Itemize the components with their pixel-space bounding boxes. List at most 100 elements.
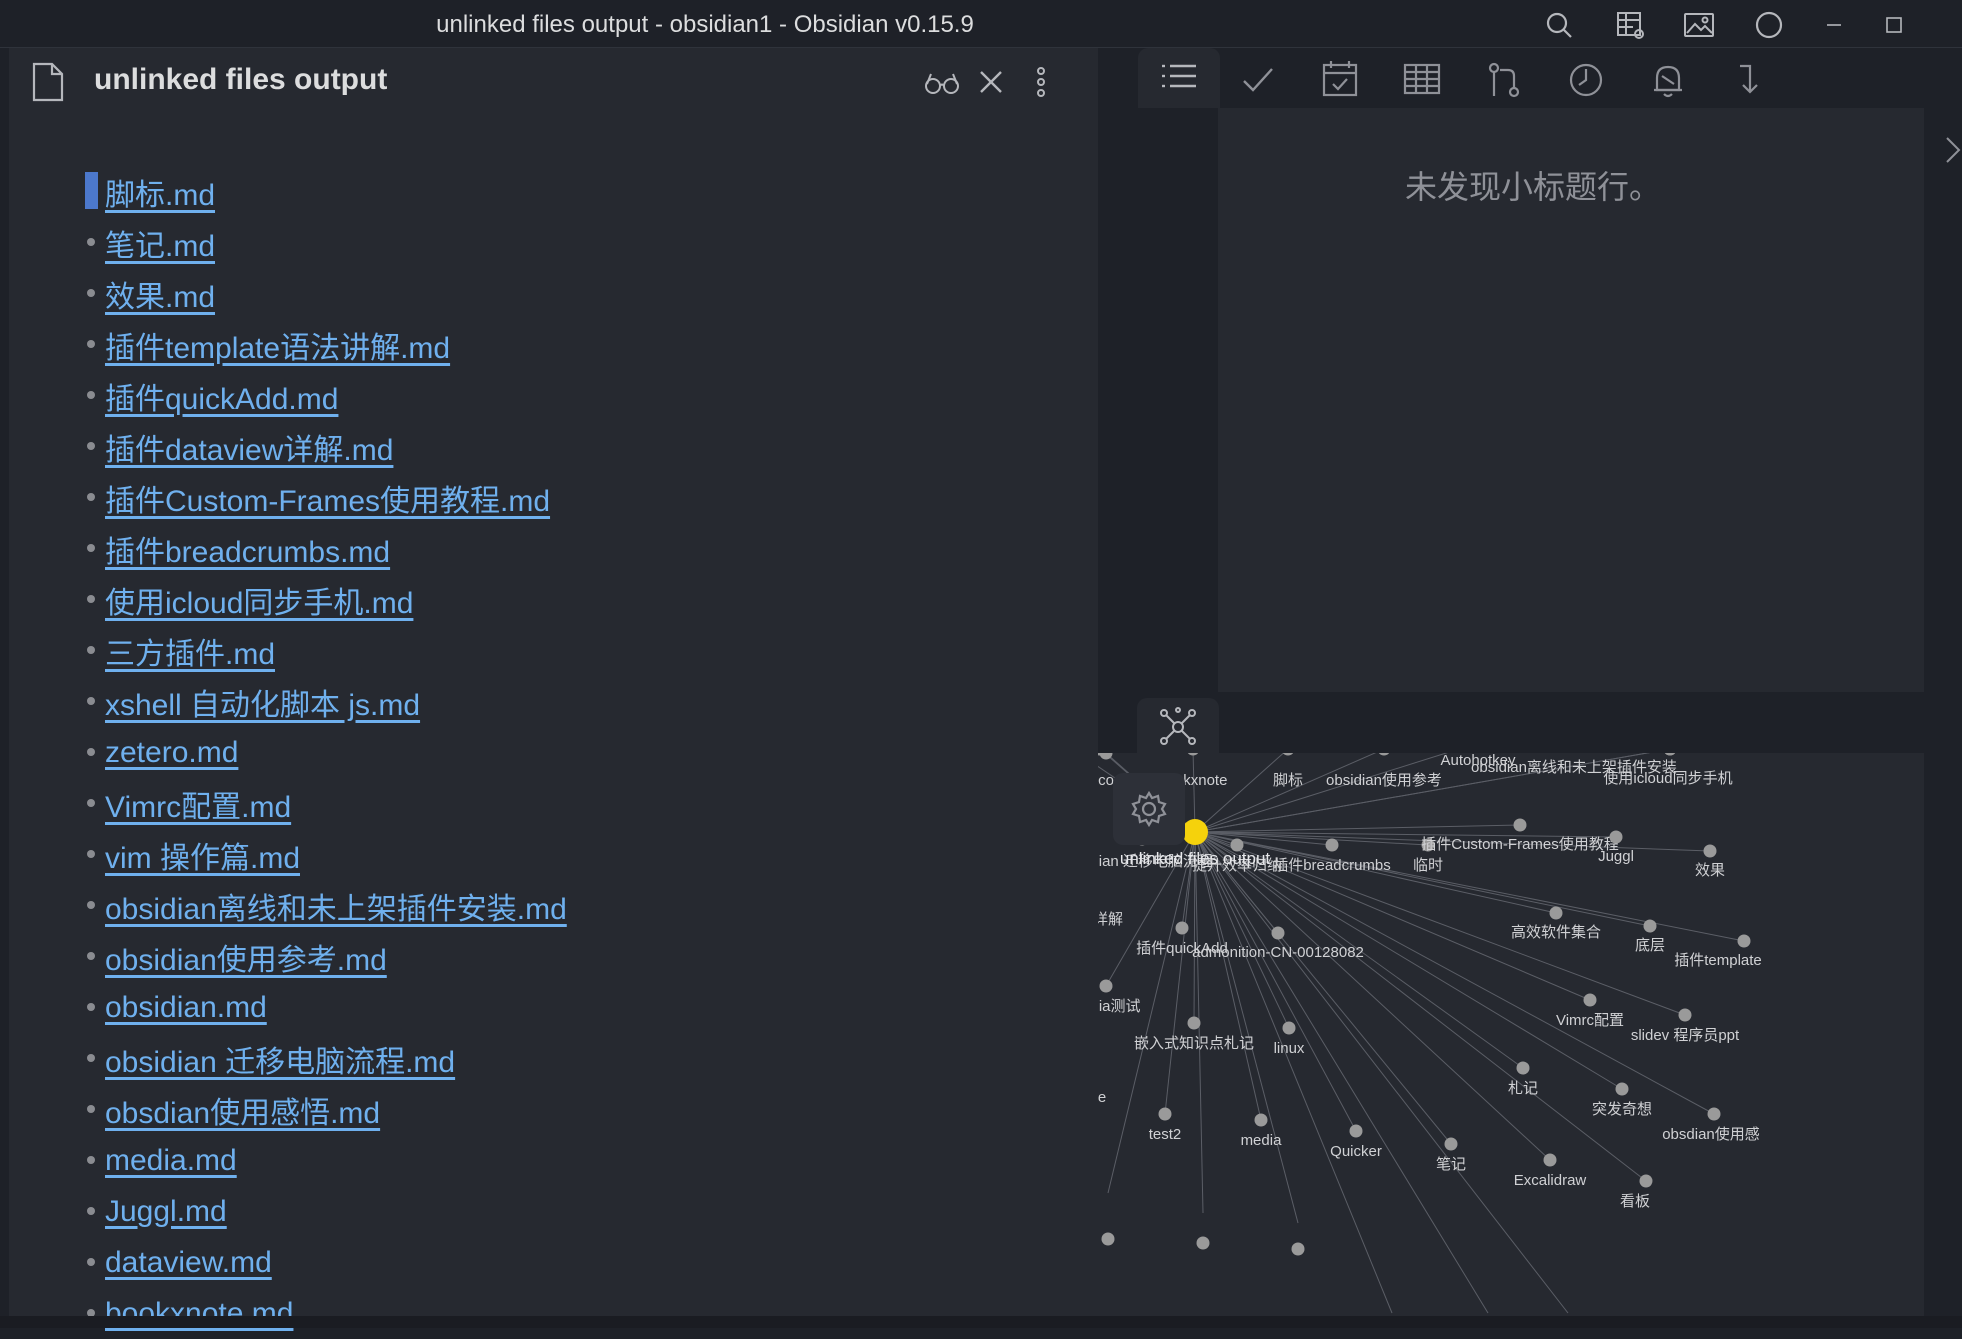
file-link[interactable]: xshell 自动化脚本 js.md	[105, 680, 420, 724]
file-link[interactable]: obsdian使用感悟.md	[105, 1088, 380, 1132]
graph-node[interactable]	[1737, 934, 1751, 948]
file-link[interactable]: 使用icloud同步手机.md	[105, 578, 413, 622]
circle-icon[interactable]	[1752, 8, 1786, 42]
file-link[interactable]: 插件dataview详解.md	[105, 425, 393, 469]
graph-node[interactable]	[1175, 921, 1189, 935]
graph-node[interactable]	[1378, 753, 1391, 756]
graph-view-tab[interactable]	[1137, 698, 1219, 756]
graph-node-label: 插件template	[1674, 952, 1762, 969]
graph-node[interactable]	[1615, 1082, 1629, 1096]
file-link[interactable]: 插件template语法讲解.md	[105, 323, 450, 367]
graph-node[interactable]	[1639, 1174, 1653, 1188]
bullet-dot	[87, 595, 95, 603]
file-link[interactable]: 三方插件.md	[105, 629, 275, 673]
file-link[interactable]: obsidian离线和未上架插件安装.md	[105, 884, 567, 928]
graph-node[interactable]	[1609, 830, 1623, 844]
graph-node-label: 插件breadcrumbs	[1273, 857, 1391, 874]
graph-node[interactable]	[1291, 1242, 1305, 1256]
file-link[interactable]: 效果.md	[105, 272, 215, 316]
list-item: dataview.md	[74, 1237, 567, 1288]
maximize-icon[interactable]	[1877, 8, 1911, 42]
graph-node[interactable]	[1187, 753, 1200, 756]
graph-node[interactable]	[1282, 1021, 1296, 1035]
graph-node[interactable]	[1664, 753, 1677, 756]
bullet-dot	[87, 697, 95, 705]
graph-settings-button[interactable]	[1113, 773, 1185, 845]
graph-node[interactable]	[1158, 1107, 1172, 1121]
more-options-icon[interactable]	[1021, 62, 1061, 102]
graph-node[interactable]	[1196, 1236, 1210, 1250]
graph-node-label: Juggl	[1598, 848, 1634, 865]
minimize-icon[interactable]	[1817, 8, 1851, 42]
graph-canvas[interactable]: co ookxnote 脚标 obsidian使用参考Autohotkeyobsidi…	[1098, 753, 1924, 1316]
graph-node[interactable]	[1707, 1107, 1721, 1121]
file-link[interactable]: obsidian使用参考.md	[105, 935, 387, 979]
calendar-icon[interactable]	[1314, 54, 1366, 106]
file-link[interactable]: Vimrc配置.md	[105, 782, 291, 826]
redirect-icon[interactable]	[1724, 54, 1776, 106]
graph-node[interactable]	[1101, 1232, 1115, 1246]
graph-node[interactable]	[1254, 1113, 1268, 1127]
graph-node-label: 脚标	[1273, 772, 1303, 789]
graph-node[interactable]	[1099, 979, 1113, 993]
file-link[interactable]: obsidian.md	[105, 991, 267, 1025]
outline-tab[interactable]	[1138, 48, 1220, 108]
graph-node[interactable]	[1325, 838, 1339, 852]
file-link[interactable]: obsidian 迁移电脑流程.md	[105, 1037, 455, 1081]
reading-view-icon[interactable]	[922, 62, 962, 102]
bullet-dot	[87, 340, 95, 348]
bullet-dot	[87, 1054, 95, 1062]
file-link[interactable]: zetero.md	[105, 736, 238, 770]
graph-node[interactable]	[1643, 919, 1657, 933]
bell-icon[interactable]	[1642, 54, 1694, 106]
clock-icon[interactable]	[1560, 54, 1612, 106]
graph-node-label: 效果	[1695, 862, 1725, 879]
bullet-dot	[87, 952, 95, 960]
dashboard-settings-icon[interactable]	[1613, 8, 1647, 42]
graph-node[interactable]	[1516, 1061, 1530, 1075]
graph-node[interactable]	[1703, 844, 1717, 858]
git-icon[interactable]	[1478, 54, 1530, 106]
file-link[interactable]: 插件Custom-Frames使用教程.md	[105, 476, 550, 520]
graph-node[interactable]	[1549, 906, 1563, 920]
left-edge	[0, 48, 9, 1328]
file-link[interactable]: 脚标.md	[105, 170, 215, 214]
graph-center-node[interactable]	[1182, 819, 1208, 845]
graph-node-label: obsdian使用感	[1662, 1126, 1760, 1143]
graph-node[interactable]	[1583, 993, 1597, 1007]
file-link[interactable]: 插件quickAdd.md	[105, 374, 338, 418]
graph-node[interactable]	[1444, 1137, 1458, 1151]
graph-node-label: Excalidraw	[1514, 1172, 1587, 1189]
graph-node-label: e	[1098, 1089, 1106, 1106]
graph-node-label: media	[1241, 1132, 1283, 1149]
file-link[interactable]: 插件breadcrumbs.md	[105, 527, 390, 571]
list-item: vim 操作篇.md	[74, 829, 567, 880]
file-link[interactable]: 笔记.md	[105, 221, 215, 265]
graph-node-label: lia测试	[1098, 998, 1141, 1015]
list-item: xshell 自动化脚本 js.md	[74, 676, 567, 727]
graph-node[interactable]	[1543, 1153, 1557, 1167]
list-item: 插件quickAdd.md	[74, 370, 567, 421]
graph-node[interactable]	[1187, 1016, 1201, 1030]
list-item: bookxnote.md	[74, 1288, 567, 1339]
graph-node[interactable]	[1349, 1124, 1363, 1138]
file-link[interactable]: Juggl.md	[105, 1195, 227, 1229]
graph-node[interactable]	[1513, 818, 1527, 832]
table-icon[interactable]	[1396, 54, 1448, 106]
file-link[interactable]: vim 操作篇.md	[105, 833, 300, 877]
window-title: unlinked files output - obsidian1 - Obsi…	[436, 11, 974, 38]
graph-node[interactable]	[1678, 1008, 1692, 1022]
search-icon[interactable]	[1542, 8, 1576, 42]
file-icon[interactable]	[30, 61, 66, 103]
bullet-dot	[87, 748, 95, 756]
graph-node[interactable]	[1282, 753, 1295, 756]
collapse-chevron-icon[interactable]	[1943, 130, 1962, 168]
file-link[interactable]: dataview.md	[105, 1246, 272, 1280]
file-link[interactable]: media.md	[105, 1144, 237, 1178]
checkmark-icon[interactable]	[1232, 54, 1284, 106]
graph-node-label: 笔记	[1436, 1156, 1466, 1173]
graph-node[interactable]	[1271, 926, 1285, 940]
graph-view-panel[interactable]: co ookxnote 脚标 obsidian使用参考 Autohotkey obsidi…	[1098, 753, 1924, 1316]
image-icon[interactable]	[1682, 8, 1716, 42]
close-icon[interactable]	[971, 62, 1011, 102]
